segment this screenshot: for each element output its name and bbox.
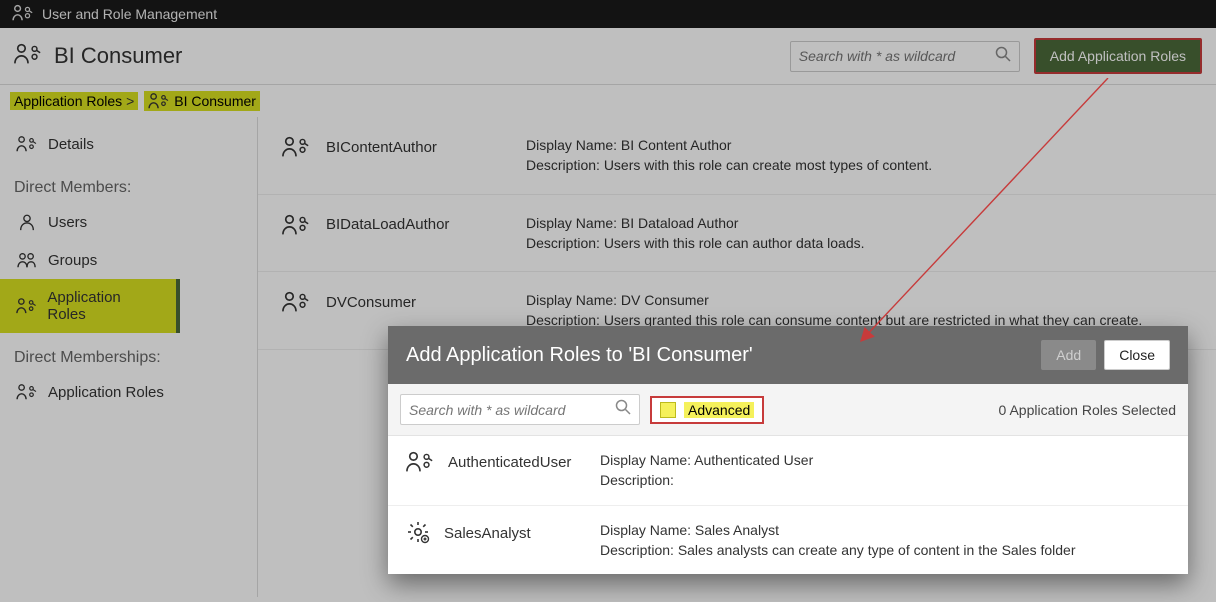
sidebar-item-application-roles[interactable]: Application Roles (0, 279, 180, 333)
sidebar-item-label: Details (48, 136, 94, 153)
role-id: SalesAnalyst (444, 525, 531, 542)
search-icon[interactable] (615, 399, 631, 420)
role-id: DVConsumer (326, 294, 416, 311)
role-meta: Display Name: DV Consumer Description: U… (526, 290, 1192, 331)
gear-icon (406, 520, 430, 547)
dialog-search[interactable] (400, 394, 640, 425)
dialog-selection-status: 0 Application Roles Selected (999, 402, 1176, 418)
breadcrumb-root[interactable]: Application Roles > (10, 92, 138, 110)
search-icon[interactable] (995, 46, 1011, 67)
app-topbar: User and Role Management (0, 0, 1216, 28)
role-id: BIDataLoadAuthor (326, 216, 449, 233)
role-meta: Display Name: Authenticated User Descrip… (600, 450, 1170, 491)
dialog-add-button[interactable]: Add (1041, 340, 1096, 370)
role-id: BIContentAuthor (326, 139, 437, 156)
advanced-label: Advanced (684, 402, 754, 418)
header-search[interactable] (790, 41, 1020, 72)
sidebar-item-label: Application Roles (47, 289, 160, 323)
users-icon (12, 4, 34, 25)
app-title: User and Role Management (42, 6, 217, 22)
dialog-role-row[interactable]: AuthenticatedUser Display Name: Authenti… (388, 436, 1188, 506)
role-icon (14, 42, 42, 71)
page-title: BI Consumer (54, 43, 182, 69)
dialog-title: Add Application Roles to 'BI Consumer' (406, 344, 753, 367)
advanced-toggle[interactable]: Advanced (650, 396, 764, 424)
sidebar-heading-direct-memberships: Direct Memberships: (0, 333, 257, 373)
sidebar-item-label: Application Roles (48, 384, 164, 401)
dialog-search-input[interactable] (409, 402, 615, 418)
role-meta: Display Name: BI Content Author Descript… (526, 135, 1192, 176)
sidebar-heading-direct-members: Direct Members: (0, 163, 257, 203)
role-meta: Display Name: Sales Analyst Description:… (600, 520, 1170, 561)
role-meta: Display Name: BI Dataload Author Descrip… (526, 213, 1192, 254)
sidebar-item-details[interactable]: Details (0, 125, 257, 163)
sidebar-item-membership-application-roles[interactable]: Application Roles (0, 373, 257, 411)
advanced-checkbox[interactable] (660, 402, 676, 418)
role-row[interactable]: BIDataLoadAuthor Display Name: BI Datalo… (258, 195, 1216, 273)
search-input[interactable] (799, 48, 995, 64)
role-row[interactable]: BIContentAuthor Display Name: BI Content… (258, 117, 1216, 195)
dialog-role-row[interactable]: SalesAnalyst Display Name: Sales Analyst… (388, 506, 1188, 575)
page-header: BI Consumer Add Application Roles (0, 28, 1216, 85)
sidebar-item-label: Groups (48, 252, 97, 269)
sidebar-item-users[interactable]: Users (0, 203, 257, 241)
breadcrumb-current: BI Consumer (144, 91, 260, 111)
sidebar: Details Direct Members: Users Groups App… (0, 117, 258, 597)
sidebar-item-label: Users (48, 214, 87, 231)
breadcrumb: Application Roles > BI Consumer (0, 85, 1216, 117)
dialog-close-button[interactable]: Close (1104, 340, 1170, 370)
role-id: AuthenticatedUser (448, 454, 571, 471)
add-application-roles-button[interactable]: Add Application Roles (1034, 38, 1202, 74)
sidebar-item-groups[interactable]: Groups (0, 241, 257, 279)
add-roles-dialog: Add Application Roles to 'BI Consumer' A… (388, 326, 1188, 574)
